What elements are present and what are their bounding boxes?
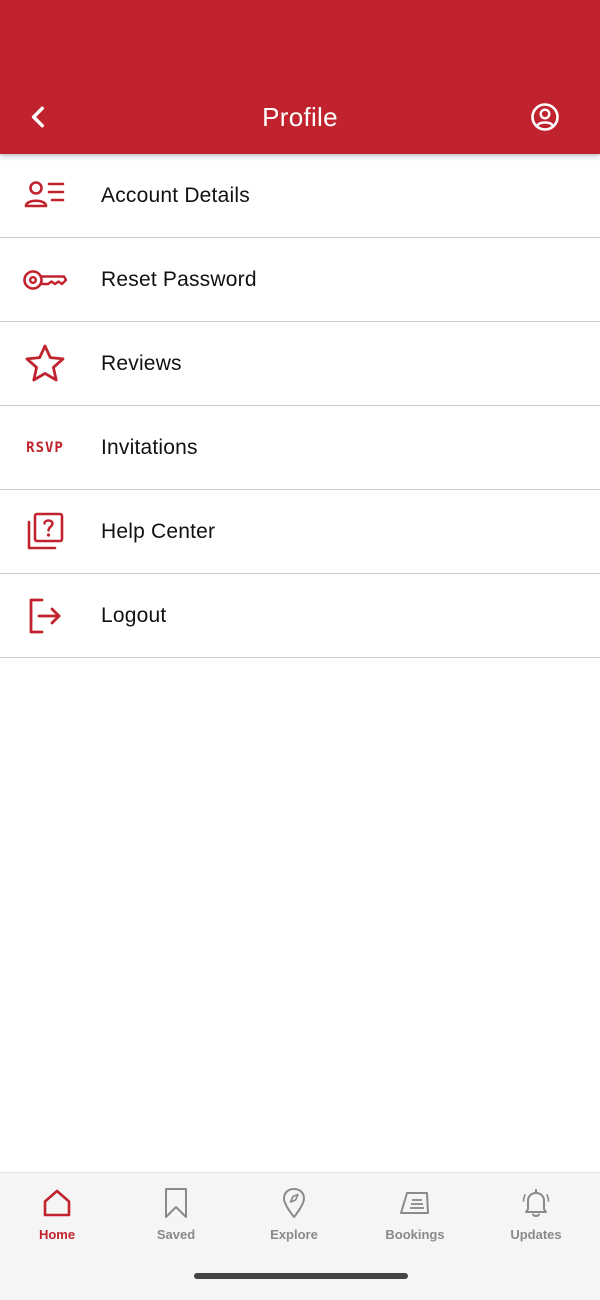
menu-item-label: Reset Password [101,267,257,291]
bookmark-icon [160,1187,192,1219]
nav-label: Updates [510,1227,562,1242]
profile-menu-list: Account Details Reset Password Reviews R… [0,154,600,658]
nav-label: Home [38,1227,76,1242]
rsvp-icon-text: RSVP [26,439,64,456]
menu-item-account-details[interactable]: Account Details [0,154,600,238]
nav-label: Bookings [385,1227,445,1242]
nav-label: Explore [270,1227,318,1242]
key-icon [22,257,68,303]
help-center-icon [22,509,68,555]
menu-item-label: Invitations [101,435,198,459]
menu-item-help-center[interactable]: Help Center [0,490,600,574]
menu-item-label: Logout [101,603,167,627]
rsvp-icon: RSVP [22,425,68,471]
page-title: Profile [262,102,338,132]
menu-item-invitations[interactable]: RSVP Invitations [0,406,600,490]
nav-item-updates[interactable]: Updates [486,1187,586,1247]
menu-item-logout[interactable]: Logout [0,574,600,658]
menu-item-label: Account Details [101,183,250,207]
nav-item-bookings[interactable]: Bookings [365,1187,465,1247]
ticket-icon [399,1187,431,1219]
nav-item-home[interactable]: Home [7,1187,107,1247]
menu-item-label: Reviews [101,351,182,375]
logout-icon [22,593,68,639]
nav-label: Saved [156,1227,196,1242]
nav-item-explore[interactable]: Explore [244,1187,344,1247]
nav-item-saved[interactable]: Saved [126,1187,226,1247]
bottom-navigation: Home Saved Explore Bookings Updates [0,1172,600,1300]
home-icon [41,1187,73,1219]
star-icon [22,341,68,387]
profile-screen: Profile Account Details Reset Password R… [0,0,600,1300]
home-indicator[interactable] [194,1273,408,1279]
bell-icon [520,1187,552,1219]
profile-button[interactable] [528,100,562,134]
location-pin-icon [278,1187,310,1219]
account-details-icon [22,173,68,219]
menu-item-label: Help Center [101,519,216,543]
user-circle-icon [531,103,559,131]
menu-item-reviews[interactable]: Reviews [0,322,600,406]
app-header: Profile [0,0,600,154]
menu-item-reset-password[interactable]: Reset Password [0,238,600,322]
